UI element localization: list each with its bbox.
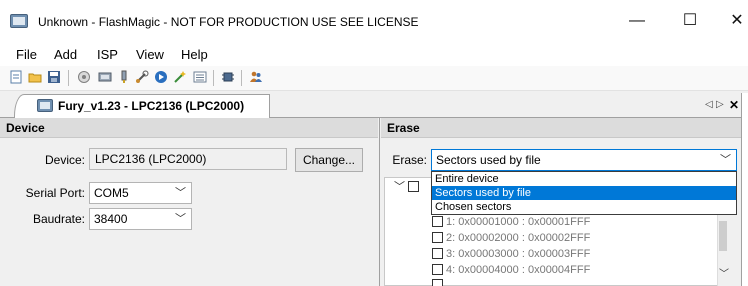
erase-panel-header: Erase — [381, 118, 741, 138]
maximize-button[interactable]: ☐ — [679, 10, 701, 32]
device-field: LPC2136 (LPC2000) — [89, 148, 287, 170]
erase-option-entire-device[interactable]: Entire device — [432, 172, 736, 186]
all-sectors-checkbox[interactable] — [408, 181, 419, 192]
tab-close-button[interactable]: ✕ — [729, 98, 739, 112]
minimize-button[interactable]: — — [626, 10, 648, 32]
change-device-button[interactable]: Change... — [295, 148, 363, 172]
sector-label: 2: 0x00002000 : 0x00002FFF — [446, 232, 591, 244]
sector-row[interactable]: 2: 0x00002000 : 0x00002FFF — [432, 231, 590, 246]
sector-label: 1: 0x00001000 : 0x00001FFF — [446, 216, 591, 228]
close-button[interactable]: ✕ — [726, 10, 748, 32]
connect-icon[interactable] — [77, 70, 91, 84]
menu-isp[interactable]: ISP — [97, 47, 118, 62]
device-icon[interactable] — [98, 70, 112, 84]
sector-checkbox[interactable] — [432, 264, 443, 275]
tools-icon[interactable] — [135, 70, 149, 84]
sector-row[interactable]: 3: 0x00003000 : 0x00003FFF — [432, 247, 590, 262]
serial-port-label: Serial Port: — [25, 186, 85, 200]
serial-port-select[interactable]: COM5 ﹀ — [89, 182, 192, 204]
app-icon — [10, 14, 28, 28]
menu-help[interactable]: Help — [181, 47, 208, 62]
sector-row[interactable]: 1: 0x00001000 : 0x00001FFF — [432, 215, 590, 230]
panel-splitter[interactable] — [379, 117, 380, 286]
window-title: Unknown - FlashMagic - NOT FOR PRODUCTIO… — [38, 15, 419, 29]
right-panel-edge — [741, 93, 748, 286]
menu-file[interactable]: File — [16, 47, 37, 62]
baudrate-select[interactable]: 38400 ﹀ — [89, 208, 192, 230]
toolbar — [0, 66, 748, 91]
erase-option-chosen-sectors[interactable]: Chosen sectors — [432, 200, 736, 214]
sector-checkbox[interactable] — [432, 216, 443, 227]
list-icon[interactable] — [193, 70, 207, 84]
sector-label: 3: 0x00003000 : 0x00003FFF — [446, 248, 591, 260]
wizard-icon[interactable] — [173, 70, 187, 84]
chevron-down-icon[interactable]: ﹀ — [719, 265, 729, 280]
chevron-down-icon: ﹀ — [175, 213, 186, 225]
scrollbar-thumb[interactable] — [719, 221, 727, 251]
sector-checkbox[interactable] — [432, 232, 443, 243]
document-icon — [37, 99, 53, 112]
toolbar-separator — [213, 70, 214, 86]
chevron-down-icon: ﹀ — [720, 154, 731, 166]
erase-label: Erase: — [392, 153, 427, 167]
erase-options-dropdown: Entire device Sectors used by file Chose… — [431, 171, 737, 215]
baudrate-value: 38400 — [94, 212, 128, 226]
device-label: Device: — [44, 153, 85, 167]
document-tab-label: Fury_v1.23 - LPC2136 (LPC2000) — [58, 99, 245, 113]
sector-checkbox[interactable] — [432, 248, 443, 259]
tab-next-button[interactable]: ▷ — [716, 99, 724, 110]
people-icon[interactable] — [249, 70, 263, 84]
toolbar-separator — [241, 70, 242, 86]
open-folder-icon[interactable] — [28, 70, 42, 84]
sector-label: 4: 0x00004000 : 0x00004FFF — [446, 264, 591, 276]
baudrate-label: Baudrate: — [32, 212, 85, 226]
save-icon[interactable] — [47, 70, 61, 84]
go-icon[interactable] — [154, 70, 168, 84]
probe-icon[interactable] — [117, 70, 131, 84]
sector-row[interactable]: 4: 0x00004000 : 0x00004FFF — [432, 263, 590, 278]
serial-port-value: COM5 — [94, 186, 129, 200]
menu-add[interactable]: Add — [54, 47, 77, 62]
tab-prev-button[interactable]: ◁ — [705, 99, 713, 110]
toolbar-separator — [68, 70, 69, 86]
erase-option-sectors-used-by-file[interactable]: Sectors used by file — [432, 186, 736, 200]
chevron-down-icon: ﹀ — [175, 187, 186, 199]
new-document-icon[interactable] — [9, 70, 23, 84]
erase-select-value: Sectors used by file — [436, 153, 541, 167]
sector-checkbox[interactable] — [432, 279, 443, 286]
erase-select[interactable]: Sectors used by file ﹀ — [431, 149, 737, 171]
device-panel-header: Device — [0, 118, 378, 138]
menu-view[interactable]: View — [136, 47, 164, 62]
chevron-down-icon[interactable]: ﹀ — [394, 178, 405, 194]
chip-icon[interactable] — [221, 70, 235, 84]
